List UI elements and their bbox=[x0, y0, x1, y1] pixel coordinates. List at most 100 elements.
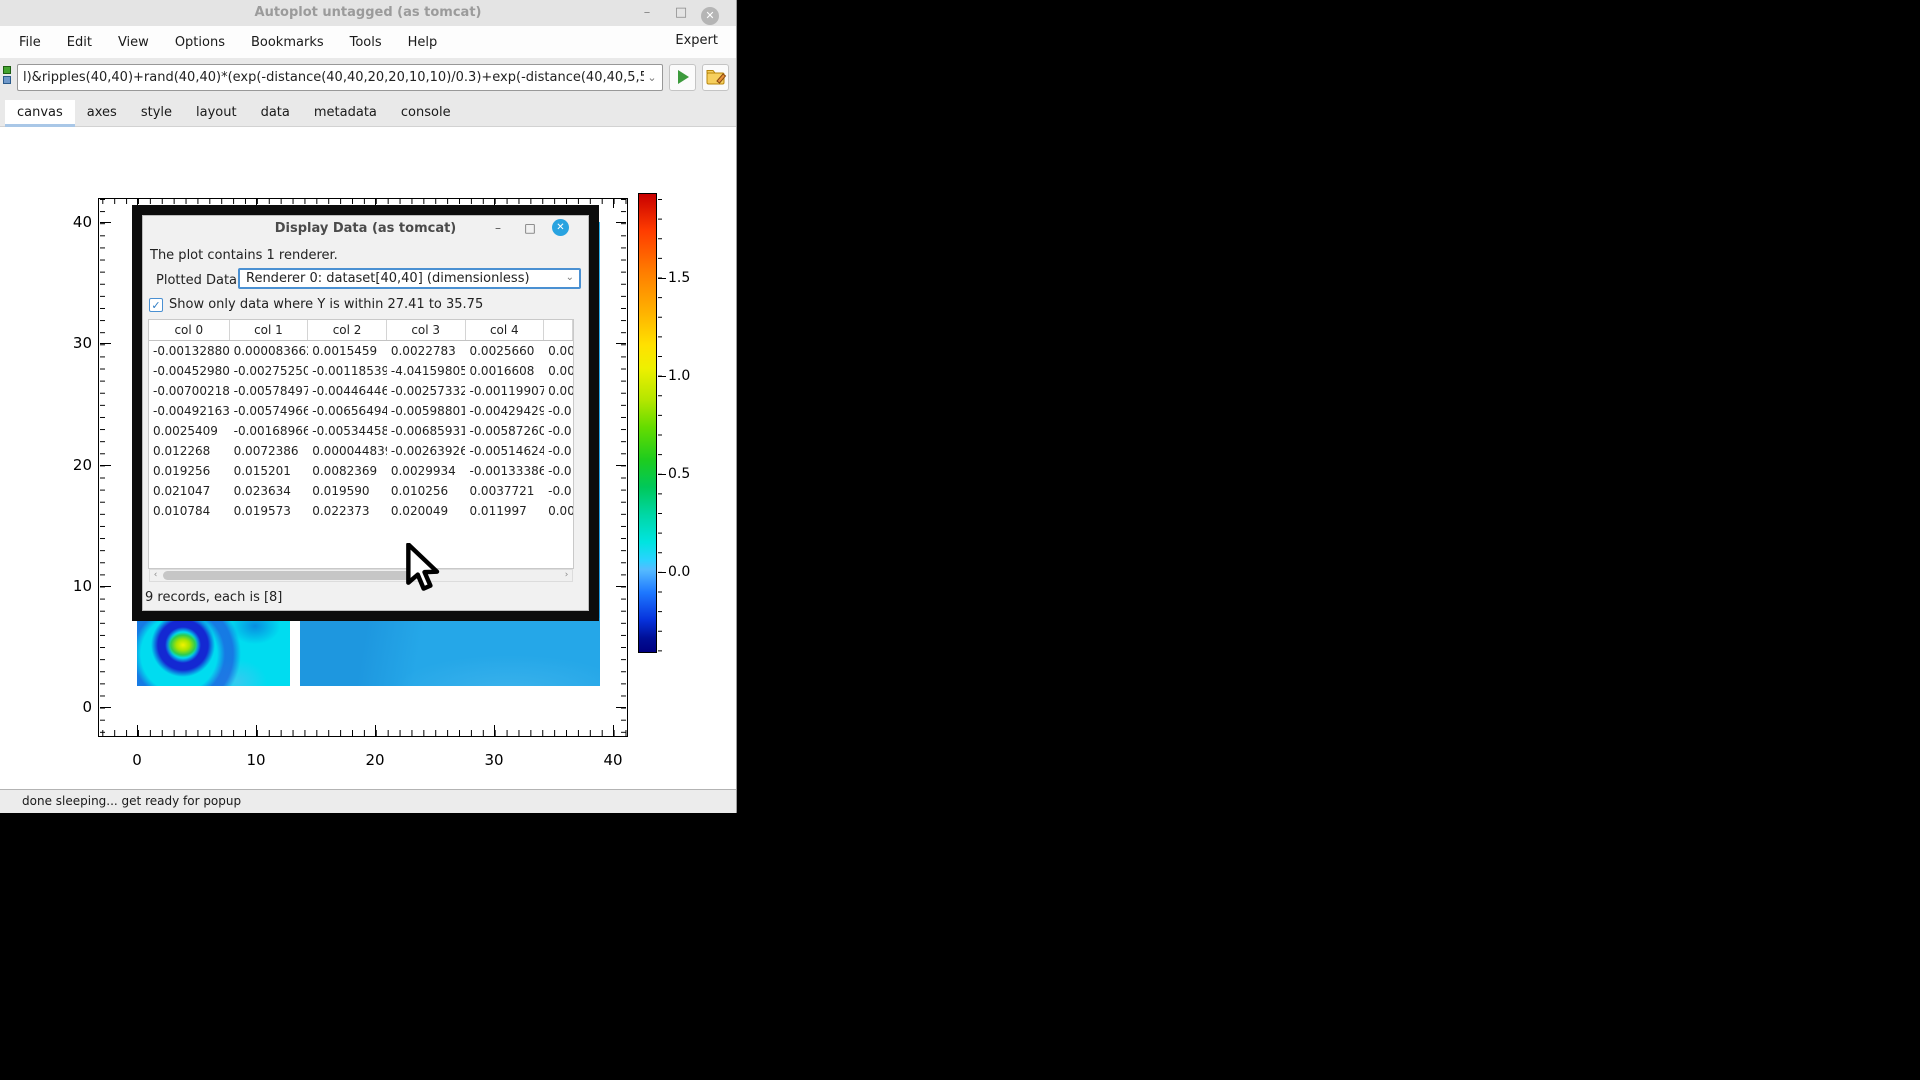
uri-dropdown-chevron-icon[interactable]: ⌄ bbox=[645, 65, 659, 90]
data-table[interactable]: col 0col 1col 2col 3col 4 -0.00132880...… bbox=[148, 319, 574, 569]
menu-item-edit[interactable]: Edit bbox=[67, 35, 92, 50]
horizontal-scrollbar[interactable]: ‹ › bbox=[149, 569, 573, 582]
table-cell: 0.0029934 bbox=[387, 461, 466, 481]
x-major-tick bbox=[256, 725, 257, 736]
table-cell: -0.00446446... bbox=[308, 381, 387, 401]
x-tick-label: 0 bbox=[120, 751, 154, 769]
menu-item-tools[interactable]: Tools bbox=[350, 35, 382, 50]
x-major-tick bbox=[137, 725, 138, 736]
table-cell: 0.0015459 bbox=[308, 341, 387, 361]
table-cell: 0.019590 bbox=[308, 481, 387, 501]
x-major-tick-top bbox=[613, 199, 614, 208]
colorbar-minor-ticks bbox=[658, 193, 662, 653]
filter-checkbox-label: Show only data where Y is within 27.41 t… bbox=[169, 297, 483, 312]
colorbar-major-tick bbox=[658, 572, 666, 573]
table-cell: 0.0022783 bbox=[387, 341, 466, 361]
scrollbar-thumb[interactable] bbox=[163, 571, 415, 580]
plot-canvas[interactable]: 0102030404030201001.51.00.50.0 Display D… bbox=[0, 127, 736, 789]
blue-square-icon bbox=[3, 76, 11, 84]
y-major-tick bbox=[100, 222, 111, 223]
y-tick-label: 30 bbox=[58, 334, 92, 352]
table-header-cell: col 0 bbox=[149, 320, 230, 340]
table-row[interactable]: 0.0192560.0152010.00823690.0029934-0.001… bbox=[149, 461, 573, 481]
tab-layout[interactable]: layout bbox=[184, 100, 249, 127]
y-tick-label: 10 bbox=[58, 577, 92, 595]
table-row[interactable]: -0.00700218...-0.00578497...-0.00446446.… bbox=[149, 381, 573, 401]
table-row[interactable]: 0.0122680.00723860.000044839-0.00263926.… bbox=[149, 441, 573, 461]
table-cell: 0.0016608 bbox=[465, 361, 544, 381]
table-cell: -0.00263926... bbox=[387, 441, 466, 461]
colorbar bbox=[638, 193, 657, 653]
table-cell: -0.00574966... bbox=[230, 401, 309, 421]
uri-input[interactable]: l)&ripples(40,40)+rand(40,40)*(exp(-dist… bbox=[17, 64, 663, 91]
y-tick-label: 20 bbox=[58, 456, 92, 474]
uri-value[interactable]: l)&ripples(40,40)+rand(40,40)*(exp(-dist… bbox=[23, 65, 644, 90]
scroll-left-icon[interactable]: ‹ bbox=[150, 570, 161, 581]
tab-console[interactable]: console bbox=[389, 100, 463, 127]
plotted-data-label: Plotted Data: bbox=[156, 273, 241, 288]
table-row[interactable]: 0.0025409-0.00168966...-0.00534458...-0.… bbox=[149, 421, 573, 441]
table-cell: -0.0 bbox=[544, 421, 573, 441]
go-button[interactable] bbox=[669, 64, 696, 91]
scroll-right-icon[interactable]: › bbox=[561, 570, 572, 581]
expert-mode-label[interactable]: Expert bbox=[675, 33, 718, 48]
table-cell: 0.00 bbox=[544, 501, 573, 521]
table-cell: 0.0025409 bbox=[149, 421, 230, 441]
table-cell: 0.019573 bbox=[230, 501, 309, 521]
table-row[interactable]: 0.0210470.0236340.0195900.0102560.003772… bbox=[149, 481, 573, 501]
tab-style[interactable]: style bbox=[129, 100, 184, 127]
dialog-maximize-icon[interactable]: □ bbox=[519, 218, 541, 238]
table-row[interactable]: -0.00492163...-0.00574966...-0.00656494.… bbox=[149, 401, 573, 421]
autoplot-window: Autoplot untagged (as tomcat) – □ ✕ File… bbox=[0, 0, 737, 813]
green-square-icon bbox=[3, 66, 11, 74]
inspect-uri-button[interactable] bbox=[702, 64, 729, 91]
table-row[interactable]: -0.00452980...-0.00275250...-0.00118539.… bbox=[149, 361, 573, 381]
minimize-icon[interactable]: – bbox=[634, 0, 660, 26]
uri-toolbar: l)&ripples(40,40)+rand(40,40)*(exp(-dist… bbox=[0, 58, 736, 100]
y-tick-label: 0 bbox=[58, 698, 92, 716]
colorbar-major-tick bbox=[658, 376, 666, 377]
table-cell: -0.00534458... bbox=[308, 421, 387, 441]
tab-axes[interactable]: axes bbox=[75, 100, 129, 127]
y-major-tick-right bbox=[616, 707, 626, 708]
table-row[interactable]: 0.0107840.0195730.0223730.0200490.011997… bbox=[149, 501, 573, 521]
table-cell: -0.00133386... bbox=[465, 461, 544, 481]
menu-item-view[interactable]: View bbox=[118, 35, 149, 50]
maximize-icon[interactable]: □ bbox=[668, 0, 694, 26]
menu-item-bookmarks[interactable]: Bookmarks bbox=[251, 35, 324, 50]
table-body: -0.00132880...0.0000836620.00154590.0022… bbox=[149, 341, 573, 521]
x-major-tick bbox=[375, 725, 376, 736]
dialog-close-icon[interactable]: ✕ bbox=[552, 219, 569, 236]
renderer-count-text: The plot contains 1 renderer. bbox=[150, 248, 338, 263]
filter-checkbox[interactable]: ✓ bbox=[149, 298, 163, 312]
status-text: done sleeping... get ready for popup bbox=[22, 794, 241, 808]
plotted-data-value: Renderer 0: dataset[40,40] (dimensionles… bbox=[246, 270, 530, 287]
table-cell: 0.010256 bbox=[387, 481, 466, 501]
menu-item-file[interactable]: File bbox=[19, 35, 41, 50]
datasource-type-icon[interactable] bbox=[3, 66, 13, 85]
heatmap-flat-region bbox=[300, 618, 600, 686]
tab-canvas[interactable]: canvas bbox=[5, 100, 75, 127]
record-count-text: 9 records, each is [8] bbox=[145, 590, 282, 605]
tab-data[interactable]: data bbox=[249, 100, 302, 127]
display-data-dialog-body: Display Data (as tomcat) – □ ✕ The plot … bbox=[142, 215, 589, 611]
table-cell: 0.00 bbox=[544, 341, 573, 361]
dialog-minimize-icon[interactable]: – bbox=[487, 218, 509, 238]
table-row[interactable]: -0.00132880...0.0000836620.00154590.0022… bbox=[149, 341, 573, 361]
table-cell: 0.021047 bbox=[149, 481, 230, 501]
tab-metadata[interactable]: metadata bbox=[302, 100, 389, 127]
table-cell: 0.011997 bbox=[465, 501, 544, 521]
close-icon[interactable]: ✕ bbox=[701, 7, 719, 25]
display-data-dialog: Display Data (as tomcat) – □ ✕ The plot … bbox=[132, 205, 599, 621]
table-cell: -0.00685931... bbox=[387, 421, 466, 441]
plotted-data-select[interactable]: Renderer 0: dataset[40,40] (dimensionles… bbox=[238, 268, 581, 289]
menu-item-options[interactable]: Options bbox=[175, 35, 225, 50]
menu-item-help[interactable]: Help bbox=[408, 35, 438, 50]
tab-bar: canvasaxesstylelayoutdatametadataconsole bbox=[0, 100, 736, 127]
x-tick-label: 20 bbox=[358, 751, 392, 769]
menu-bar: File Edit View Options Bookmarks Tools Help bbox=[0, 26, 736, 58]
table-header-cell: col 2 bbox=[308, 320, 387, 340]
mouse-cursor-icon bbox=[405, 543, 447, 593]
table-cell: -0.0 bbox=[544, 441, 573, 461]
y-major-tick bbox=[100, 465, 111, 466]
